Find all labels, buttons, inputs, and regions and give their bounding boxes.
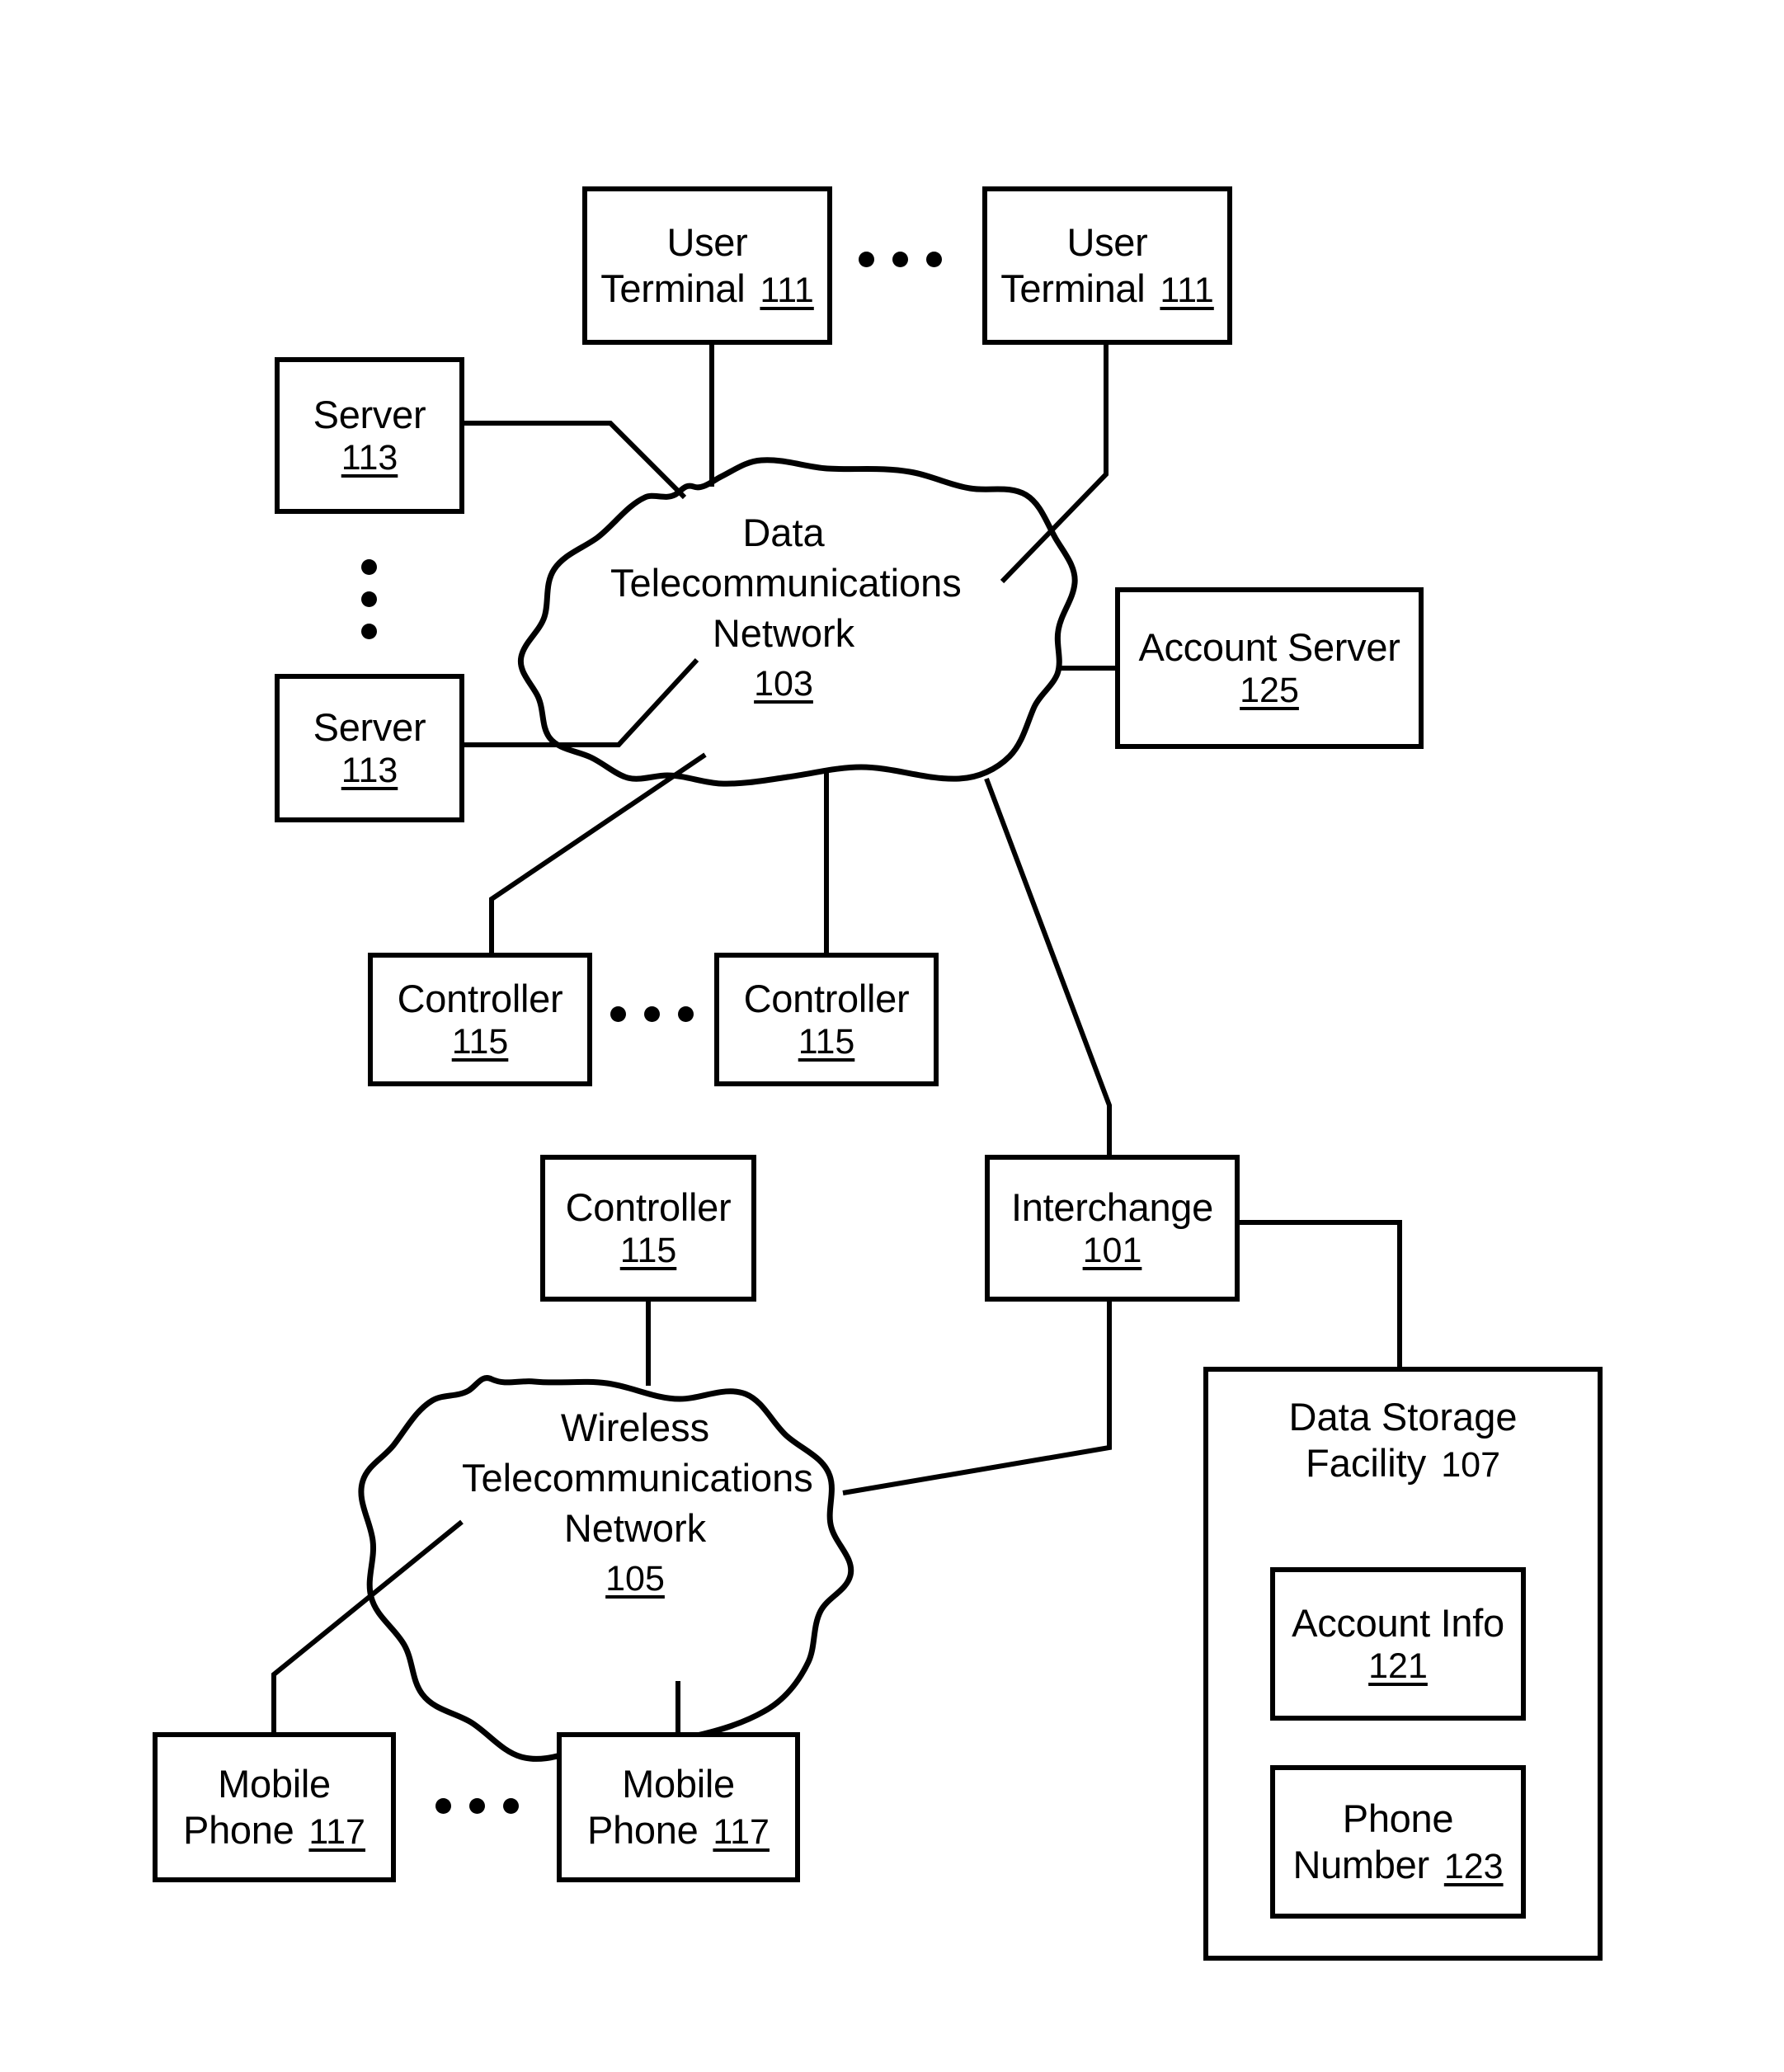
account-info-box[interactable]: Account Info 121 [1270, 1567, 1526, 1721]
data-storage-facility-title: Data Storage Facility 107 [1203, 1394, 1603, 1487]
ellipsis-dot [361, 591, 377, 607]
ellipsis-dot [361, 624, 377, 639]
user-terminal-right-label-line2: Terminal [1000, 266, 1146, 310]
controller-left-ref: 115 [451, 1022, 509, 1062]
phone-number-label-line2: Number [1292, 1842, 1429, 1886]
data-storage-facility-label-line2: Facility [1306, 1441, 1427, 1486]
controller-left-label: Controller [397, 976, 563, 1020]
user-terminal-right-box[interactable]: User Terminal 111 [982, 186, 1232, 345]
account-server-box[interactable]: Account Server 125 [1115, 587, 1424, 749]
wireless-network-label-line3: Network [563, 1506, 707, 1551]
phone-number-label-line1: Phone [1342, 1797, 1454, 1841]
data-network-label-line1: Data [742, 511, 825, 554]
server-bottom-ref: 113 [341, 751, 398, 791]
wire-server-top-to-network [464, 421, 687, 500]
controller-ellipsis [610, 1006, 694, 1022]
data-network-label: Data Telecommunications Network 103 [610, 507, 962, 708]
controller-lower-box[interactable]: Controller 115 [540, 1155, 756, 1302]
account-info-label: Account Info [1292, 1600, 1504, 1645]
wire-network-to-controller-left [489, 752, 707, 953]
wire-interchange-to-data-storage [1240, 1220, 1402, 1367]
server-top-ref: 113 [341, 438, 398, 478]
ellipsis-dot [644, 1006, 660, 1022]
user-terminal-left-label-line1: User [666, 220, 748, 265]
user-terminal-right-ref: 111 [1160, 270, 1214, 310]
ellipsis-dot [926, 252, 942, 267]
controller-right-ref: 115 [798, 1022, 855, 1062]
ellipsis-dot [892, 252, 908, 267]
interchange-label: Interchange [1011, 1184, 1213, 1229]
mobile-phone-left-label-line1: Mobile [218, 1762, 331, 1806]
data-network-label-line2: Telecommunications [610, 561, 962, 605]
wireless-network-ref: 105 [605, 1559, 665, 1599]
mobile-phone-right-label-line1: Mobile [622, 1762, 735, 1806]
ellipsis-dot [859, 252, 874, 267]
mobile-phone-left-ref: 117 [308, 1811, 365, 1852]
ellipsis-dot [435, 1798, 451, 1814]
data-network-ref: 103 [754, 664, 813, 704]
data-network-label-line3: Network [712, 611, 855, 656]
wireless-network-label: Wireless Telecommunications Network 105 [462, 1402, 813, 1603]
phone-number-ref: 123 [1443, 1846, 1504, 1886]
ellipsis-dot [610, 1006, 626, 1022]
wire-interchange-to-wireless [842, 1302, 1112, 1495]
controller-left-box[interactable]: Controller 115 [368, 953, 592, 1086]
user-terminal-left-label-line2: Terminal [600, 266, 746, 310]
phone-number-box[interactable]: Phone Number 123 [1270, 1765, 1526, 1919]
ellipsis-dot [678, 1006, 694, 1022]
interchange-box[interactable]: Interchange 101 [985, 1155, 1240, 1302]
wireless-network-label-line2: Telecommunications [462, 1456, 813, 1500]
account-server-label: Account Server [1138, 624, 1400, 669]
account-info-ref: 121 [1368, 1646, 1428, 1687]
user-terminal-right-label-line1: User [1066, 220, 1148, 265]
controller-right-label: Controller [743, 976, 910, 1020]
controller-lower-ref: 115 [619, 1231, 677, 1271]
mobile-phone-right-ref: 117 [713, 1811, 770, 1852]
wireless-network-label-line1: Wireless [560, 1406, 710, 1449]
ellipsis-dot [469, 1798, 485, 1814]
mobile-phone-left-label-line2: Phone [183, 1807, 294, 1852]
account-server-ref: 125 [1240, 671, 1299, 711]
wire-network-to-interchange [984, 777, 1112, 1155]
controller-right-box[interactable]: Controller 115 [714, 953, 939, 1086]
user-terminal-left-box[interactable]: User Terminal 111 [582, 186, 832, 345]
ellipsis-dot [503, 1798, 519, 1814]
ellipsis-dot [361, 559, 377, 575]
mobile-phone-right-label-line2: Phone [587, 1807, 699, 1852]
controller-lower-label: Controller [565, 1184, 732, 1229]
server-bottom-label: Server [313, 704, 426, 749]
interchange-ref: 101 [1082, 1231, 1142, 1271]
mobile-phone-left-box[interactable]: Mobile Phone 117 [153, 1732, 396, 1882]
patent-figure: User Terminal 111 User Terminal 111 Serv… [0, 0, 1784, 2072]
server-ellipsis [361, 559, 377, 639]
user-terminal-ellipsis [859, 252, 942, 267]
wire-wireless-to-mobile-left [271, 1519, 464, 1732]
server-top-label: Server [313, 392, 426, 436]
wire-user-terminal-right-to-network [1000, 345, 1109, 584]
server-bottom-box[interactable]: Server 113 [275, 674, 464, 822]
server-top-box[interactable]: Server 113 [275, 357, 464, 514]
data-storage-facility-ref: 107 [1441, 1445, 1500, 1486]
user-terminal-left-ref: 111 [760, 270, 814, 310]
data-storage-facility-label-line1: Data Storage [1288, 1395, 1518, 1439]
mobile-phone-ellipsis [435, 1798, 519, 1814]
mobile-phone-right-box[interactable]: Mobile Phone 117 [557, 1732, 800, 1882]
